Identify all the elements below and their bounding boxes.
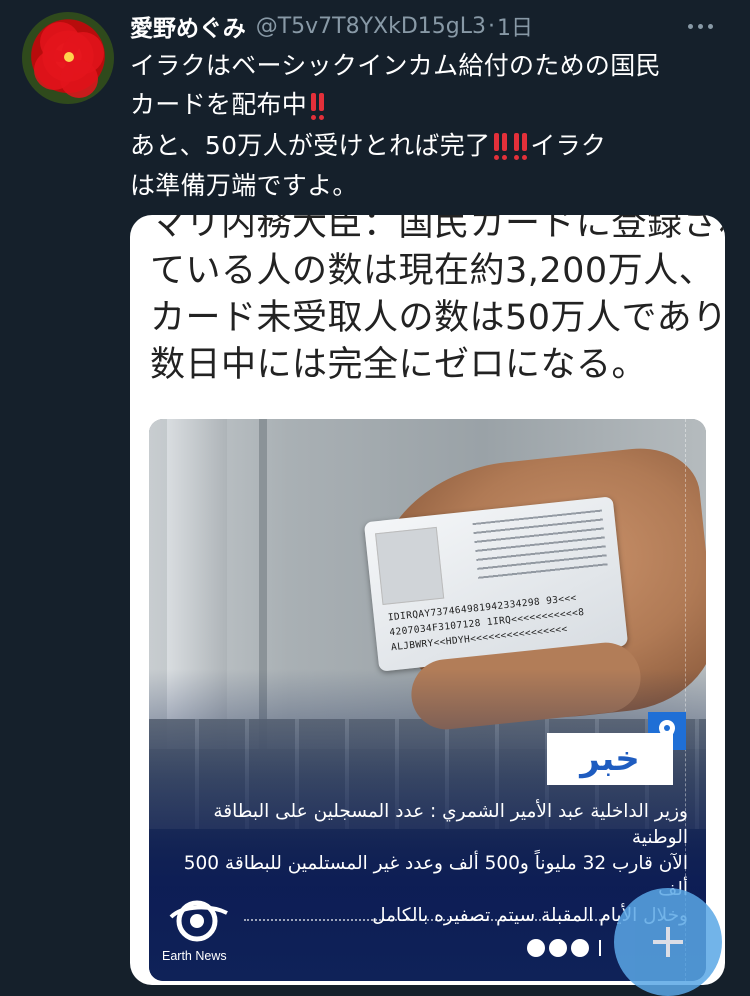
- facebook-icon: [527, 939, 545, 957]
- arabic-line: وزير الداخلية عبد الأمير الشمري : عدد ال…: [213, 801, 688, 848]
- arabic-line: الآن قارب 32 مليوناً و500 ألف وعدد غير ا…: [183, 853, 688, 900]
- tweet-line: カードを配布中: [130, 85, 730, 126]
- tweet-header: 愛野めぐみ @T5v7T8YXkD15gL3 · 1日: [130, 8, 720, 44]
- compose-button[interactable]: [614, 888, 722, 996]
- display-name[interactable]: 愛野めぐみ: [130, 9, 246, 43]
- double-exclamation-icon: [494, 127, 510, 166]
- tweet-text: イラクはベーシックインカム給付のための国民 カードを配布中 あと、50万人が受け…: [130, 46, 730, 205]
- caption-line: 数日中には完全にゼロになる。: [150, 345, 648, 385]
- double-exclamation-icon: [311, 87, 327, 126]
- separator: ·: [488, 13, 495, 39]
- tweet-line-text: カードを配布中: [130, 90, 308, 119]
- tweet-line: イラクはベーシックインカム給付のための国民: [130, 51, 661, 80]
- arabic-line: وخلال الأيام المقبلة سيتم تصفيره بالكامل: [372, 905, 688, 926]
- news-badge: خبر: [547, 733, 673, 785]
- double-exclamation-icon: [514, 127, 530, 166]
- dotted-divider: [244, 919, 604, 921]
- tweet-line-suffix: イラク: [530, 130, 607, 160]
- id-photo: [375, 526, 445, 605]
- caption-line: カード未受取人の数は50万人であり、: [150, 298, 725, 338]
- more-icon[interactable]: [680, 12, 720, 40]
- avatar[interactable]: [22, 12, 114, 104]
- user-handle[interactable]: @T5v7T8YXkD15gL3: [256, 14, 486, 39]
- tweet-line-text: あと、50万人が受けとれば完了: [130, 130, 491, 160]
- news-image[interactable]: IDIRQAY737464981942334298 93<<< 4207034F…: [149, 419, 706, 981]
- earth-news-logo: [163, 889, 233, 949]
- tweet-line: は準備万端ですよ。: [130, 171, 358, 200]
- media-card[interactable]: マリ内務大臣：国民カードに登録され ている人の数は現在約3,200万人、 カード…: [130, 215, 725, 985]
- brand-name: Earth News: [162, 949, 227, 963]
- social-icons: [527, 939, 601, 957]
- plus-icon: [653, 927, 683, 957]
- timestamp[interactable]: 1日: [497, 10, 533, 42]
- arabic-caption: وزير الداخلية عبد الأمير الشمري : عدد ال…: [168, 799, 688, 929]
- id-card-fine-print: [472, 509, 609, 583]
- telegram-icon: [571, 939, 589, 957]
- card-caption: マリ内務大臣：国民カードに登録され ている人の数は現在約3,200万人、 カード…: [150, 215, 725, 389]
- tweet-line: あと、50万人が受けとれば完了 イラク: [130, 126, 730, 167]
- youtube-icon: [549, 939, 567, 957]
- caption-line: マリ内務大臣：国民カードに登録され: [150, 215, 725, 244]
- separator-bar: [599, 940, 601, 956]
- caption-line: ている人の数は現在約3,200万人、: [150, 251, 715, 291]
